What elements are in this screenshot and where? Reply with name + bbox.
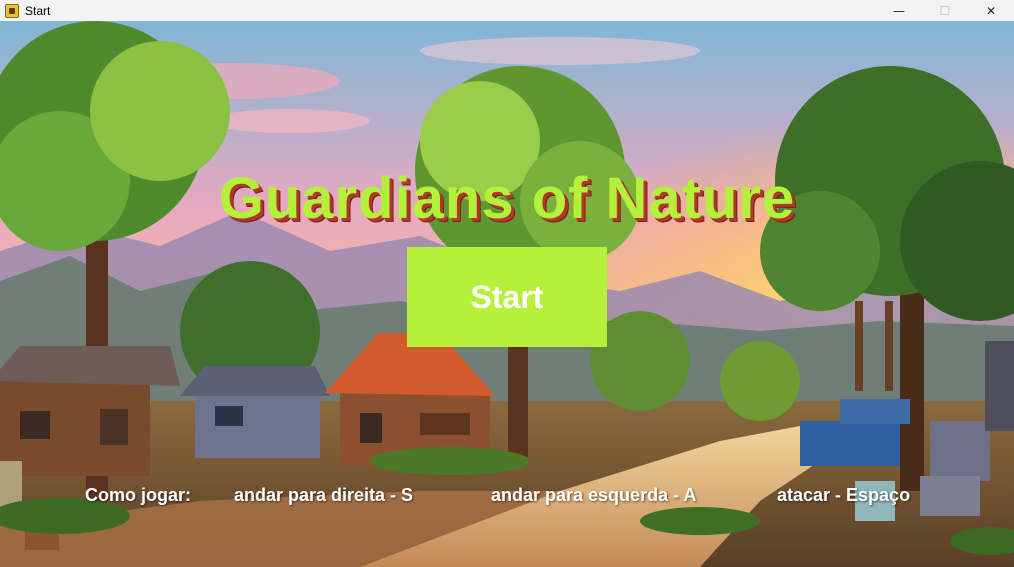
tree-trunk bbox=[885, 301, 893, 391]
game-background-scene: Guardians of Nature Start Como jogar: an… bbox=[0, 21, 1014, 567]
control-attack: atacar - Espaço bbox=[777, 485, 911, 505]
control-move-left: andar para esquerda - A bbox=[491, 485, 697, 505]
grass-patch bbox=[370, 447, 530, 475]
cabin-middle bbox=[180, 366, 330, 458]
minimize-icon[interactable]: — bbox=[876, 0, 922, 21]
tree-canopy bbox=[90, 41, 230, 181]
bush bbox=[720, 341, 800, 421]
app-icon bbox=[5, 3, 19, 18]
window-controls: — ☐ ✕ bbox=[876, 0, 1014, 21]
game-title: Guardians of Nature bbox=[218, 166, 796, 231]
control-move-right: andar para direita - S bbox=[234, 485, 414, 505]
window-titlebar: Start — ☐ ✕ bbox=[0, 0, 1014, 21]
tree-trunk bbox=[900, 271, 924, 491]
close-icon[interactable]: ✕ bbox=[968, 0, 1014, 21]
how-to-play-label: Como jogar: bbox=[85, 485, 191, 505]
window-title: Start bbox=[25, 3, 51, 18]
tree-trunk bbox=[855, 301, 863, 391]
maximize-icon: ☐ bbox=[939, 3, 951, 18]
grass-patch bbox=[640, 507, 760, 535]
start-button[interactable]: Start bbox=[407, 247, 607, 347]
